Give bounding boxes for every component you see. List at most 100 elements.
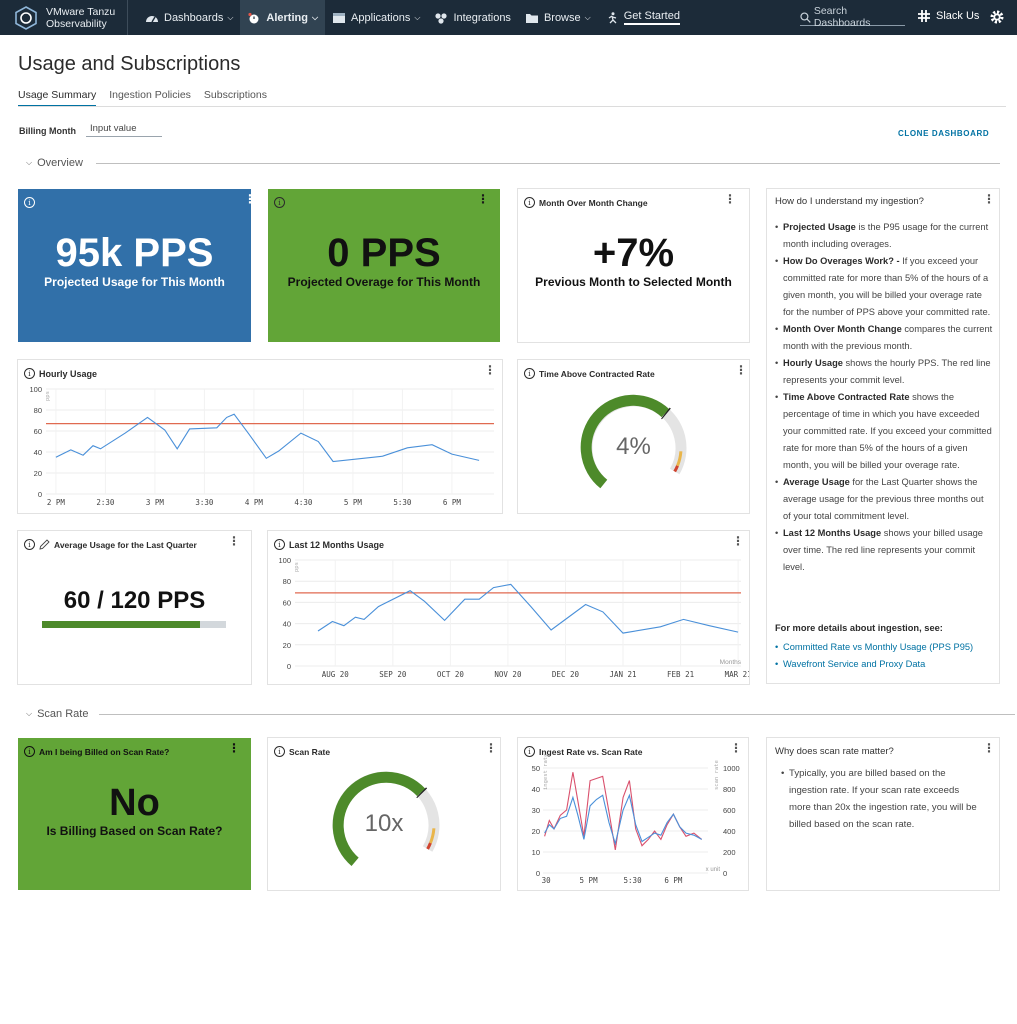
tab-ingestion-policies[interactable]: Ingestion Policies <box>109 89 191 107</box>
page-title: Usage and Subscriptions <box>18 53 241 75</box>
pencil-icon[interactable] <box>39 539 50 550</box>
person-running-icon <box>608 11 617 23</box>
billing-month-input[interactable]: Input value <box>86 121 162 137</box>
x-tick-label: 3 PM <box>146 498 165 507</box>
alarm-clock-icon <box>248 12 259 23</box>
y2-tick-label: 400 <box>723 827 736 836</box>
x-axis-label: Months <box>720 659 742 666</box>
nav-dashboards[interactable]: Dashboards ⌵ <box>138 0 240 35</box>
y-tick-label: 50 <box>532 764 540 773</box>
x-tick-label: 5 PM <box>344 498 363 507</box>
nav-applications-label: Applications <box>351 11 411 24</box>
info-icon[interactable]: i <box>24 539 35 550</box>
tab-subscriptions[interactable]: Subscriptions <box>204 89 267 107</box>
card-title: Average Usage for the Last Quarter <box>54 539 197 550</box>
scan-rate-section-title: Scan Rate <box>37 708 89 720</box>
clone-dashboard-button[interactable]: CLONE DASHBOARD <box>898 129 989 138</box>
y-axis-label: pps <box>294 562 300 572</box>
x-tick-label: 5:30 <box>624 876 643 885</box>
why-scan-title: Why does scan rate matter? <box>775 746 894 757</box>
search-dashboards-input[interactable]: Search Dashboards <box>800 5 905 29</box>
help-more-title: For more details about ingestion, see: <box>775 623 943 633</box>
info-icon[interactable]: i <box>274 197 285 208</box>
info-icon[interactable]: i <box>24 746 35 757</box>
tab-bar: Usage Summary Ingestion Policies Subscri… <box>18 89 280 107</box>
brand-line-1: VMware Tanzu <box>46 5 116 18</box>
y-tick-label: 40 <box>283 620 291 629</box>
gauge-needle <box>416 787 428 799</box>
average-usage-value: 60 / 120 PPS <box>63 587 206 614</box>
nav-alerting[interactable]: Alerting ⌵ <box>240 0 326 35</box>
tab-usage-summary[interactable]: Usage Summary <box>18 89 97 107</box>
info-icon[interactable]: i <box>24 197 35 208</box>
slack-us-link[interactable]: Slack Us <box>918 10 979 22</box>
card-title: Month Over Month Change <box>539 197 648 208</box>
card-menu-icon[interactable]: ⋮ <box>983 193 995 205</box>
card-menu-icon[interactable]: ⋮ <box>724 193 736 205</box>
y-tick-label: 100 <box>29 385 42 394</box>
help-item: Hourly Usage shows the hourly PPS. The r… <box>775 355 993 389</box>
y-tick-label: 80 <box>283 577 291 586</box>
projected-usage-value: 95k PPS <box>55 231 214 275</box>
chevron-down-icon: ⌵ <box>26 709 33 718</box>
nav-get-started-label: Get Started <box>623 10 680 25</box>
month-over-month-card: i Month Over Month Change ⋮ +7% Previous … <box>518 189 749 342</box>
x-tick-label: 2:30 <box>96 498 115 507</box>
ingest-vs-scan-chart: 0 10 20 30 40 50 0 200 400 600 800 1000 30 5 PM 5:30 6 … <box>532 754 740 885</box>
help-item: Average Usage for the Last Quarter shows… <box>775 474 993 525</box>
x-tick-label: 4:30 <box>294 498 313 507</box>
integrations-icon <box>435 12 448 24</box>
card-menu-icon[interactable]: ⋮ <box>477 193 489 205</box>
tanzu-logo-icon <box>15 5 37 30</box>
y2-tick-label: 200 <box>723 848 736 857</box>
top-nav: VMware Tanzu Observability Dashboards ⌵ A… <box>0 0 1017 35</box>
help-item: Last 12 Months Usage shows your billed u… <box>775 525 993 576</box>
y-tick-label: 20 <box>34 469 42 478</box>
folder-icon <box>525 13 538 23</box>
nav-browse[interactable]: Browse ⌵ <box>518 0 598 35</box>
scan-rate-section-toggle[interactable]: ⌵ Scan Rate <box>26 708 88 720</box>
brand-logo[interactable]: VMware Tanzu Observability <box>0 0 128 35</box>
help-link-service-proxy[interactable]: Wavefront Service and Proxy Data <box>775 656 993 673</box>
gauge-needle <box>661 407 671 420</box>
help-link-committed-rate[interactable]: Committed Rate vs Monthly Usage (PPS P95… <box>775 639 993 656</box>
y-tick-label: 60 <box>283 598 291 607</box>
y-tick-label: 20 <box>532 827 540 836</box>
help-item: Month Over Month Change compares the cur… <box>775 321 993 355</box>
y-tick-label: 20 <box>283 641 291 650</box>
series-line <box>55 413 480 463</box>
card-menu-icon[interactable]: ⋮ <box>228 535 240 547</box>
projected-overage-value: 0 PPS <box>327 231 441 275</box>
chevron-down-icon: ⌵ <box>311 12 319 22</box>
projected-usage-subtitle: Projected Usage for This Month <box>44 275 225 289</box>
y2-axis-label: scan rate <box>714 760 720 790</box>
slack-us-label: Slack Us <box>936 10 980 22</box>
x-tick-label: 6 PM <box>443 498 462 507</box>
card-menu-icon[interactable]: ⋮ <box>228 742 240 754</box>
overview-section-toggle[interactable]: ⌵ Overview <box>26 157 83 169</box>
month-change-subtitle: Previous Month to Selected Month <box>535 275 732 289</box>
card-title: Am I being Billed on Scan Rate? <box>39 746 170 757</box>
hourly-usage-chart: 0 20 40 60 80 100 2 PM 2:30 3 PM 3:30 4 PM 4:30 5 PM… <box>29 385 494 507</box>
x-tick-label: AUG 20 <box>322 670 350 679</box>
ingest-vs-scan-card: i Ingest Rate vs. Scan Rate ⋮ 0 10 20 30 40 50… <box>518 738 748 890</box>
help-item: How Do Overages Work? - If you exceed yo… <box>775 253 993 321</box>
nav-integrations[interactable]: Integrations <box>427 0 517 35</box>
brand-line-2: Observability <box>46 17 107 30</box>
tab-divider <box>18 106 1006 107</box>
y-axis-label: pps <box>45 391 51 401</box>
projected-usage-card: i ⋮ 95k PPS Projected Usage for This Mon… <box>18 189 256 342</box>
chevron-down-icon: ⌵ <box>584 12 591 22</box>
nav-browse-label: Browse <box>543 11 581 24</box>
card-menu-icon[interactable]: ⋮ <box>244 193 256 205</box>
overview-section-title: Overview <box>37 157 83 169</box>
info-icon[interactable]: i <box>524 197 535 208</box>
nav-applications[interactable]: Applications ⌵ <box>325 0 427 35</box>
x-tick-label: 3:30 <box>195 498 214 507</box>
nav-get-started[interactable]: Get Started <box>598 0 687 35</box>
projected-overage-card: i ⋮ 0 PPS Projected Overage for This Mon… <box>268 189 500 342</box>
ingestion-help-card: How do I understand my ingestion? ⋮ Proj… <box>767 189 999 683</box>
gear-icon[interactable] <box>989 9 1005 25</box>
card-menu-icon[interactable]: ⋮ <box>983 742 995 754</box>
nav-alerting-label: Alerting <box>266 11 308 24</box>
